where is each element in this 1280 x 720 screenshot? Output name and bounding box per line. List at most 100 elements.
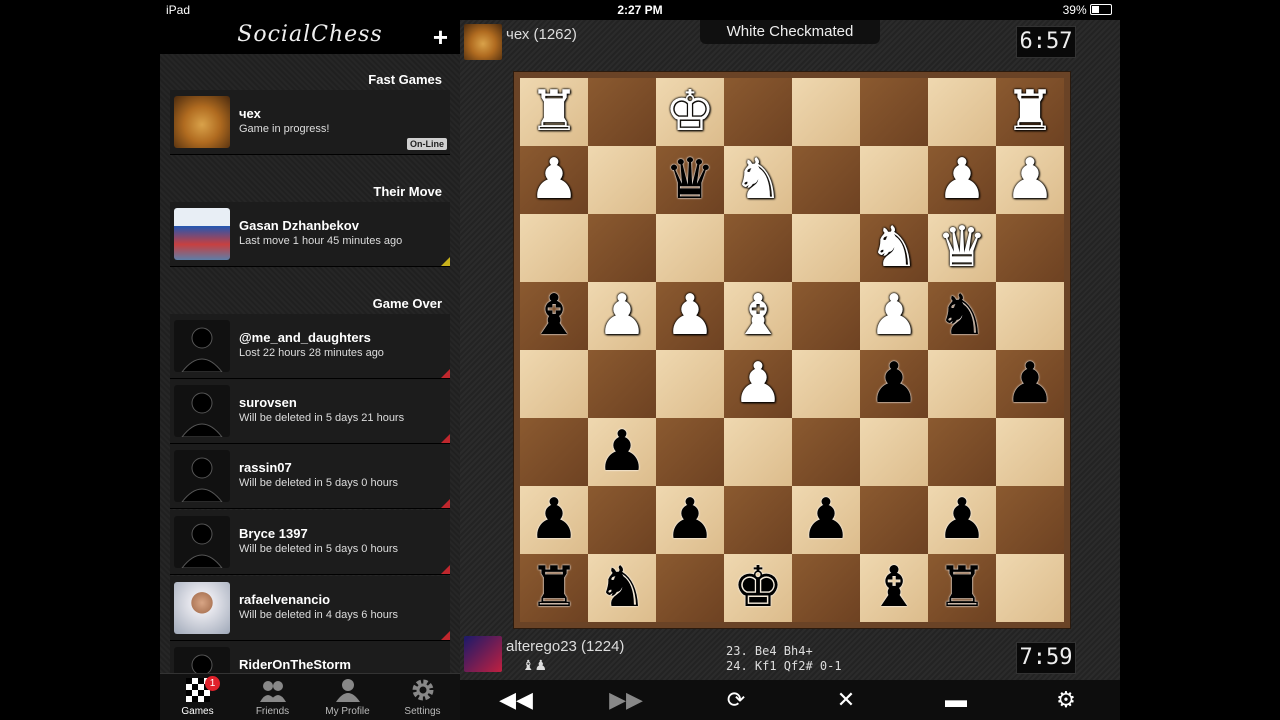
white-knight-icon[interactable]: ♞ [860, 214, 928, 282]
board-square[interactable] [792, 214, 860, 282]
game-card-over-3[interactable]: Bryce 1397 Will be deleted in 5 days 0 h… [170, 510, 450, 575]
ipad-screen: iPad 2:27 PM 39% SocialChess + Fast Game… [160, 0, 1120, 720]
section-their-move: Their Move [373, 184, 442, 199]
tab-settings[interactable]: Settings [385, 678, 460, 717]
fast-forward-button[interactable]: ▶▶ [602, 680, 650, 720]
tab-friends[interactable]: Friends [235, 678, 310, 717]
black-pawn-icon[interactable]: ♟ [928, 486, 996, 554]
white-pawn-icon[interactable]: ♟ [996, 146, 1064, 214]
board-square[interactable] [996, 486, 1064, 554]
close-icon: ✕ [836, 687, 856, 712]
board-square[interactable] [860, 486, 928, 554]
board-square[interactable] [588, 486, 656, 554]
board-square[interactable] [792, 146, 860, 214]
white-rook-icon[interactable]: ♜ [520, 78, 588, 146]
board-square[interactable] [520, 418, 588, 486]
board-square[interactable] [656, 214, 724, 282]
board-square[interactable] [724, 214, 792, 282]
board-square[interactable] [860, 418, 928, 486]
rewind-button[interactable]: ◀◀ [492, 680, 540, 720]
card-status: Will be deleted in 4 days 6 hours [239, 609, 398, 621]
tab-games[interactable]: 1 Games [160, 676, 235, 717]
board-square[interactable] [928, 78, 996, 146]
black-pawn-icon[interactable]: ♟ [520, 486, 588, 554]
board-square[interactable] [588, 350, 656, 418]
board-square[interactable] [724, 418, 792, 486]
black-rook-icon[interactable]: ♜ [520, 554, 588, 622]
status-indicator [441, 565, 450, 574]
board-square[interactable] [520, 214, 588, 282]
game-settings-button[interactable]: ⚙ [1042, 680, 1090, 720]
game-card-fast-0[interactable]: чех Game in progress! On-Line [170, 90, 450, 155]
game-card-over-2[interactable]: rassin07 Will be deleted in 5 days 0 hou… [170, 444, 450, 509]
close-game-button[interactable]: ✕ [822, 680, 870, 720]
black-pawn-icon[interactable]: ♟ [588, 418, 656, 486]
avatar-placeholder-icon [174, 647, 230, 675]
black-bishop-icon[interactable]: ♝ [860, 554, 928, 622]
board-square[interactable] [996, 554, 1064, 622]
board-square[interactable] [996, 418, 1064, 486]
card-status: Game in progress! [239, 123, 330, 135]
board-square[interactable] [860, 146, 928, 214]
white-king-icon[interactable]: ♚ [656, 78, 724, 146]
board-square[interactable] [588, 146, 656, 214]
board-square[interactable] [996, 282, 1064, 350]
game-card-over-1[interactable]: surovsen Will be deleted in 5 days 21 ho… [170, 379, 450, 444]
avatar-placeholder-icon [174, 516, 230, 568]
white-pawn-icon[interactable]: ♟ [656, 282, 724, 350]
black-pawn-icon[interactable]: ♟ [792, 486, 860, 554]
status-indicator [441, 631, 450, 640]
white-pawn-icon[interactable]: ♟ [724, 350, 792, 418]
white-pawn-icon[interactable]: ♟ [928, 146, 996, 214]
chess-board[interactable]: ♜ ♚ ♜ ♟ ♛ ♞ ♟ ♟ ♞ ♛ ♝ ♟ ♟ ♝ ♟ ♞ ♟ ♟ ♟ ♟ ♟ ♟ ♟ ♟ ♜ ♞ ♚ ♝ ♜ [520, 78, 1064, 622]
card-name: rassin07 [239, 460, 292, 475]
game-card-over-4[interactable]: rafaelvenancio Will be deleted in 4 days… [170, 576, 450, 641]
white-pawn-icon[interactable]: ♟ [520, 146, 588, 214]
board-square[interactable] [792, 418, 860, 486]
black-knight-icon[interactable]: ♞ [928, 282, 996, 350]
refresh-button[interactable]: ⟳ [712, 680, 760, 720]
game-card-over-5[interactable]: RiderOnTheStorm [170, 641, 450, 676]
board-square[interactable] [792, 282, 860, 350]
nav-bar: SocialChess + [160, 20, 460, 54]
board-square[interactable] [792, 78, 860, 146]
white-bishop-icon[interactable]: ♝ [724, 282, 792, 350]
white-rook-icon[interactable]: ♜ [996, 78, 1064, 146]
black-pawn-icon[interactable]: ♟ [996, 350, 1064, 418]
black-king-icon[interactable]: ♚ [724, 554, 792, 622]
white-queen-icon[interactable]: ♛ [928, 214, 996, 282]
board-square[interactable] [996, 214, 1064, 282]
board-square[interactable] [588, 214, 656, 282]
board-square[interactable] [588, 78, 656, 146]
chat-button[interactable]: ▬ [932, 680, 980, 720]
add-game-button[interactable]: + [433, 22, 448, 53]
card-name: surovsen [239, 395, 297, 410]
white-pawn-icon[interactable]: ♟ [588, 282, 656, 350]
board-square[interactable] [520, 350, 588, 418]
white-pawn-icon[interactable]: ♟ [860, 282, 928, 350]
black-rook-icon[interactable]: ♜ [928, 554, 996, 622]
board-square[interactable] [656, 418, 724, 486]
black-queen-icon[interactable]: ♛ [656, 146, 724, 214]
white-knight-icon[interactable]: ♞ [724, 146, 792, 214]
black-knight-icon[interactable]: ♞ [588, 554, 656, 622]
board-square[interactable] [724, 78, 792, 146]
black-bishop-icon[interactable]: ♝ [520, 282, 588, 350]
board-square[interactable] [928, 350, 996, 418]
card-status: Will be deleted in 5 days 21 hours [239, 412, 405, 424]
black-pawn-icon[interactable]: ♟ [656, 486, 724, 554]
board-square[interactable] [656, 350, 724, 418]
tab-my-profile[interactable]: My Profile [310, 678, 385, 717]
game-card-over-0[interactable]: @me_and_daughters Lost 22 hours 28 minut… [170, 314, 450, 379]
rewind-icon: ◀◀ [499, 687, 533, 712]
board-square[interactable] [928, 418, 996, 486]
chat-icon: ▬ [945, 687, 967, 712]
board-square[interactable] [792, 350, 860, 418]
board-square[interactable] [656, 554, 724, 622]
board-square[interactable] [724, 486, 792, 554]
board-square[interactable] [792, 554, 860, 622]
turn-indicator [441, 257, 450, 266]
black-pawn-icon[interactable]: ♟ [860, 350, 928, 418]
board-square[interactable] [860, 78, 928, 146]
game-card-their-0[interactable]: Gasan Dzhanbekov Last move 1 hour 45 min… [170, 202, 450, 267]
